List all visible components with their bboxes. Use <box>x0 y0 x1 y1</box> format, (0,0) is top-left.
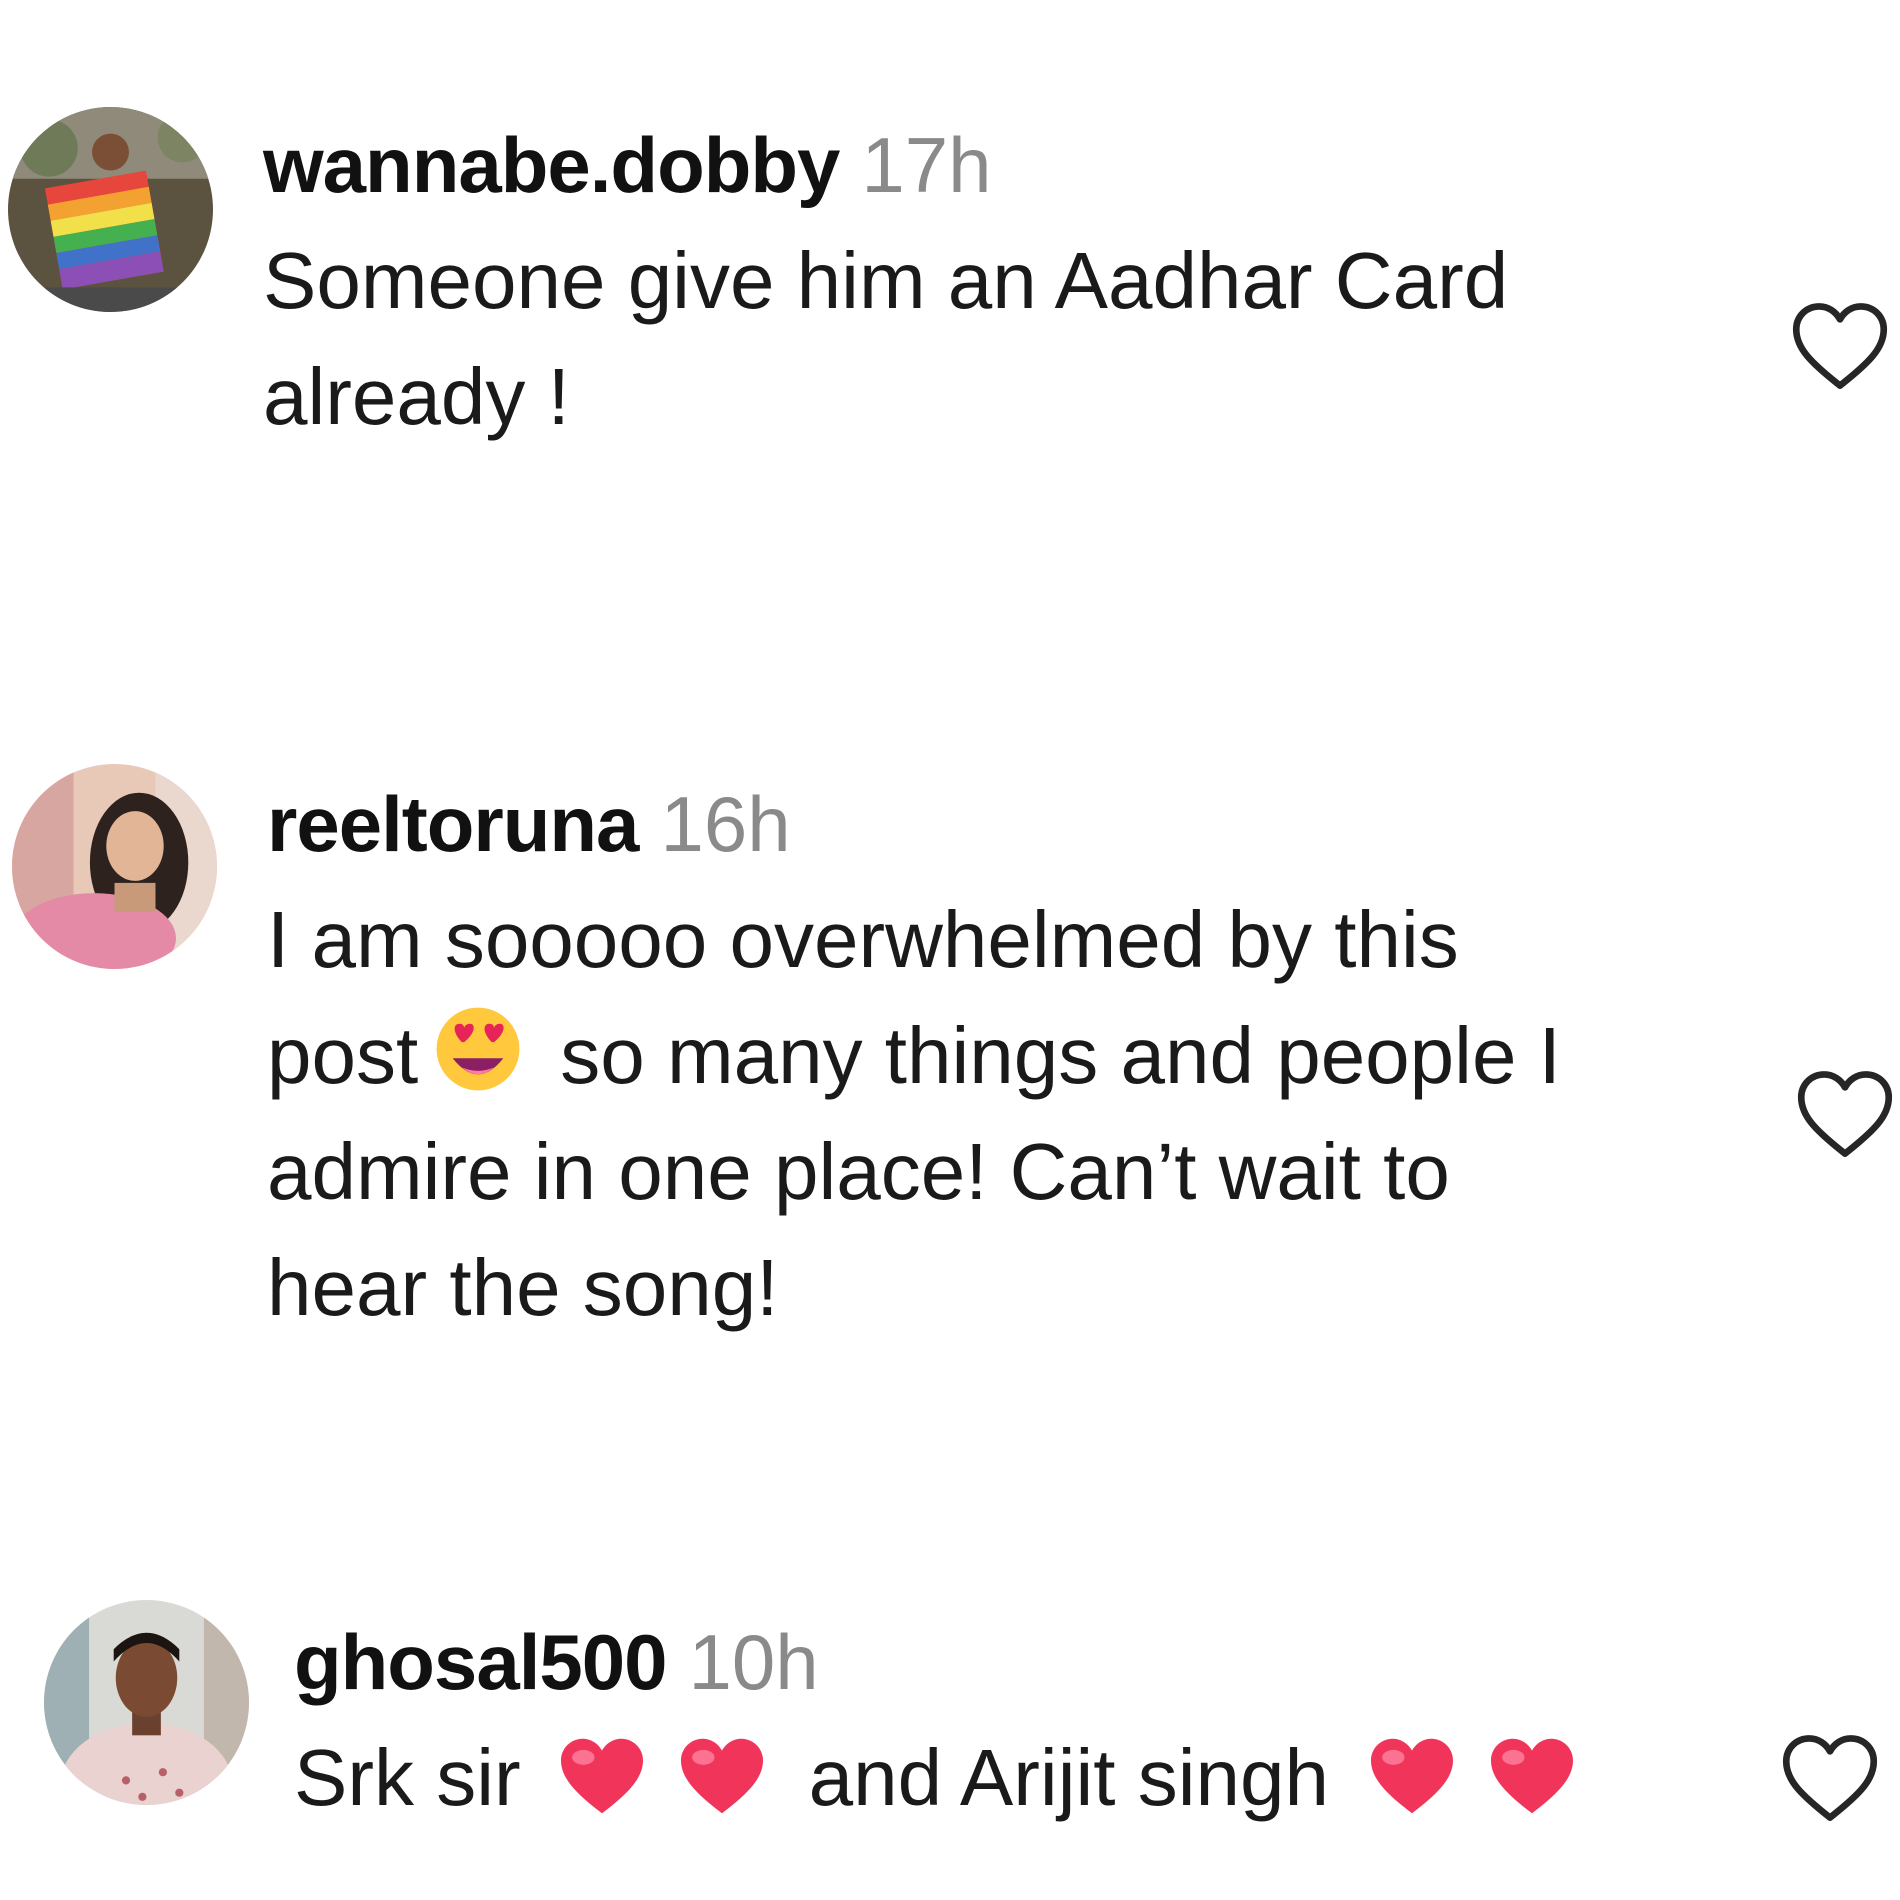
comment-line: admire in one place! Can’t wait to <box>267 1127 1450 1216</box>
avatar[interactable] <box>12 764 217 969</box>
like-button[interactable] <box>1790 300 1890 392</box>
heart-outline-icon <box>1782 1735 1878 1821</box>
red-heart-emoji <box>557 1735 647 1817</box>
avatar[interactable] <box>8 107 213 312</box>
red-heart-emoji <box>677 1735 767 1817</box>
comment-body: reeltoruna 16h I am sooooo overwhelmed by… <box>267 774 1561 1346</box>
comment-line: Someone give him an Aadhar Card <box>263 236 1509 325</box>
comment-line: hear the song! <box>267 1243 779 1332</box>
comment-body: ghosal500 10h Srk sir and Arijit singh <box>294 1612 1577 1836</box>
comment-body: wannabe.dobby 17h Someone give him an Aad… <box>263 115 1508 455</box>
username[interactable]: ghosal500 <box>294 1618 668 1706</box>
avatar-image <box>44 1600 249 1805</box>
avatar-image <box>12 764 217 969</box>
comment-line: I am sooooo overwhelmed by this <box>267 895 1459 984</box>
avatar-image <box>8 107 213 312</box>
comment-line-part: Srk sir <box>294 1733 521 1822</box>
comment-text: Srk sir and Arijit singh <box>294 1720 1577 1836</box>
comment-header: wannabe.dobby 17h <box>263 115 1508 215</box>
heart-outline-icon <box>1797 1071 1893 1157</box>
like-button[interactable] <box>1780 1732 1880 1824</box>
star-struck-emoji <box>432 1003 524 1095</box>
comment-line-part: post <box>267 1011 419 1100</box>
comment-text: Someone give him an Aadhar Card already … <box>263 223 1508 455</box>
timestamp[interactable]: 17h <box>861 121 991 209</box>
comment-line: Srk sir and Arijit singh <box>294 1720 1577 1836</box>
comment-line-part: so many things and people I <box>560 1011 1561 1100</box>
comment-header: reeltoruna 16h <box>267 774 1561 874</box>
timestamp[interactable]: 10h <box>689 1618 819 1706</box>
avatar[interactable] <box>44 1600 249 1805</box>
username[interactable]: reeltoruna <box>267 780 639 868</box>
red-heart-emoji <box>1487 1735 1577 1817</box>
comment-line: post so many things and people I <box>267 998 1561 1114</box>
heart-outline-icon <box>1792 303 1888 389</box>
comment-header: ghosal500 10h <box>294 1612 1577 1712</box>
username[interactable]: wannabe.dobby <box>263 121 840 209</box>
comment-text: I am sooooo overwhelmed by this post so … <box>267 882 1561 1346</box>
timestamp[interactable]: 16h <box>660 780 790 868</box>
comment-line: already ! <box>263 352 570 441</box>
red-heart-emoji <box>1367 1735 1457 1817</box>
like-button[interactable] <box>1795 1068 1895 1160</box>
comment-line-part: and Arijit singh <box>808 1733 1329 1822</box>
